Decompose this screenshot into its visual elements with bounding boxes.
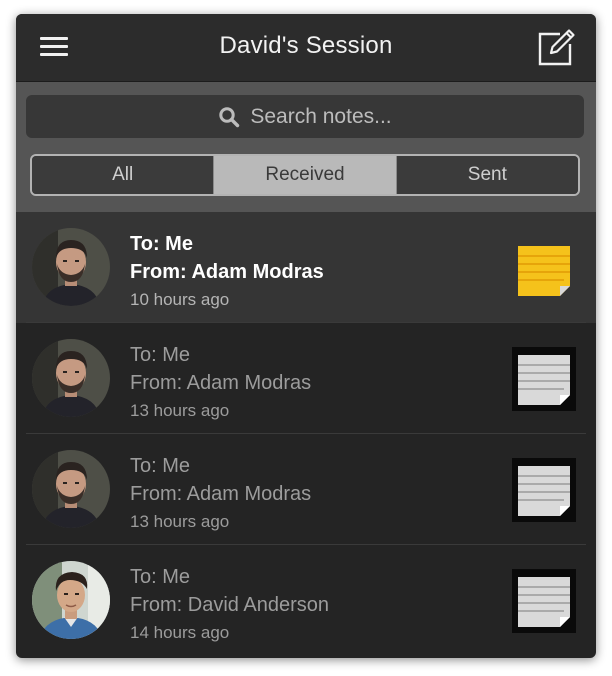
avatar — [32, 339, 110, 417]
search-toolbar: Search notes... All Received Sent — [16, 82, 596, 212]
yellow-note-icon — [518, 246, 570, 296]
notes-list: To: Me From: Adam Modras 10 hours ago To… — [16, 212, 596, 656]
compose-icon — [538, 29, 575, 66]
note-time: 10 hours ago — [130, 290, 230, 309]
note-info: To: Me From: Adam Modras 13 hours ago — [130, 341, 311, 425]
note-sender: From: Adam Modras — [130, 372, 312, 394]
app-window: David's Session Search notes... All Rece… — [16, 14, 596, 658]
list-item[interactable]: To: Me From: Adam Modras 13 hours ago — [16, 434, 596, 545]
search-placeholder: Search notes... — [250, 104, 392, 128]
list-item[interactable]: To: Me From: Adam Modras 10 hours ago — [16, 212, 596, 323]
avatar — [32, 228, 110, 306]
list-item[interactable]: To: Me From: David Anderson 14 hours ago — [16, 545, 596, 656]
note-time: 13 hours ago — [130, 401, 230, 420]
hamburger-icon-bar — [40, 45, 68, 48]
compose-button[interactable] — [536, 28, 576, 68]
hamburger-icon-bar — [40, 53, 68, 56]
note-recipient: To: Me — [130, 455, 191, 477]
page-title: David's Session — [219, 32, 393, 59]
filter-tabs: All Received Sent — [30, 154, 580, 196]
note-recipient: To: Me — [130, 566, 191, 588]
note-sender: From: David Anderson — [130, 594, 329, 616]
menu-button[interactable] — [30, 32, 76, 64]
note-recipient: To: Me — [130, 344, 191, 366]
note-recipient: To: Me — [130, 233, 193, 255]
note-sender: From: Adam Modras — [130, 483, 312, 505]
gray-note-icon — [512, 569, 576, 633]
note-time: 13 hours ago — [130, 512, 230, 531]
search-icon — [219, 106, 240, 127]
note-info: To: Me From: Adam Modras 13 hours ago — [130, 452, 311, 536]
note-info: To: Me From: Adam Modras 10 hours ago — [130, 230, 324, 314]
note-time: 14 hours ago — [130, 623, 230, 642]
tab-all[interactable]: All — [32, 156, 214, 194]
gray-note-icon — [512, 347, 576, 411]
avatar — [32, 561, 110, 639]
avatar — [32, 450, 110, 528]
note-sender: From: Adam Modras — [130, 261, 324, 283]
header-bar: David's Session — [16, 14, 596, 82]
hamburger-icon-bar — [40, 37, 68, 40]
note-info: To: Me From: David Anderson 14 hours ago — [130, 563, 329, 647]
tab-received[interactable]: Received — [213, 156, 396, 194]
list-item[interactable]: To: Me From: Adam Modras 13 hours ago — [16, 323, 596, 434]
search-input[interactable]: Search notes... — [26, 95, 584, 138]
gray-note-icon — [512, 458, 576, 522]
tab-sent[interactable]: Sent — [395, 156, 578, 194]
